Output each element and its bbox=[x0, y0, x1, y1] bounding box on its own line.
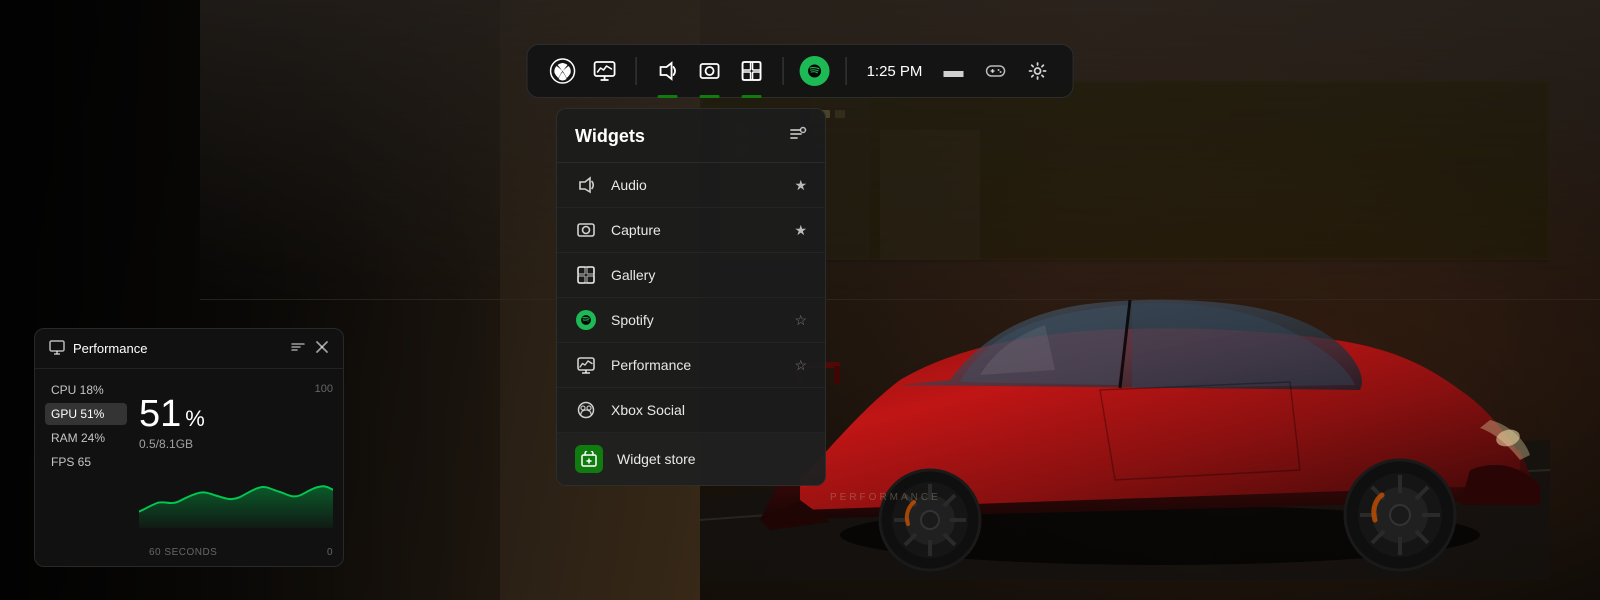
widgets-filter-icon[interactable] bbox=[789, 125, 807, 148]
performance-taskbar-button[interactable] bbox=[586, 52, 624, 90]
widget-item-xbox-social[interactable]: Xbox Social bbox=[557, 388, 825, 433]
capture-widget-label: Capture bbox=[611, 222, 780, 238]
volume-icon bbox=[657, 60, 679, 82]
settings-taskbar-button[interactable] bbox=[1018, 52, 1056, 90]
controller-icon bbox=[976, 52, 1014, 90]
spotify-icon bbox=[800, 56, 830, 86]
car-illustration: PERFORMANCE bbox=[700, 80, 1550, 580]
gallery-widget-icon bbox=[575, 264, 597, 286]
performance-widget-icon bbox=[575, 354, 597, 376]
widgets-panel-title: Widgets bbox=[575, 126, 645, 147]
taskbar-time: 1:25 PM bbox=[867, 63, 923, 80]
audio-widget-icon bbox=[575, 174, 597, 196]
xbox-social-widget-label: Xbox Social bbox=[611, 402, 807, 418]
perf-sub-value: 0.5/8.1GB bbox=[139, 437, 333, 451]
perf-settings-icon[interactable] bbox=[291, 340, 305, 357]
performance-widget-star[interactable]: ☆ bbox=[794, 357, 807, 374]
perf-body: CPU 18% GPU 51% RAM 24% FPS 65 100 51% 0… bbox=[35, 369, 343, 543]
audio-taskbar-button[interactable] bbox=[649, 52, 687, 90]
perf-main-value: 51% bbox=[139, 395, 205, 433]
widget-item-spotify[interactable]: Spotify ☆ bbox=[557, 298, 825, 343]
svg-text:PERFORMANCE: PERFORMANCE bbox=[830, 492, 941, 503]
chart-time-label: 60 SECONDS bbox=[149, 547, 217, 558]
perf-widget-title: Performance bbox=[73, 341, 283, 356]
spotify-widget-label: Spotify bbox=[611, 312, 780, 328]
divider-1 bbox=[636, 57, 637, 85]
perf-widget-controls bbox=[291, 340, 329, 357]
perf-chart-footer: 60 SECONDS 0 bbox=[35, 543, 343, 566]
widget-item-audio[interactable]: Audio ★ bbox=[557, 163, 825, 208]
perf-widget-header: Performance bbox=[35, 329, 343, 369]
performance-widget-label: Performance bbox=[611, 357, 780, 373]
perf-stats-list: CPU 18% GPU 51% RAM 24% FPS 65 bbox=[35, 379, 135, 543]
perf-max-label: 100 bbox=[315, 383, 333, 395]
cpu-stat[interactable]: CPU 18% bbox=[45, 379, 127, 401]
gallery-taskbar-button[interactable] bbox=[733, 52, 771, 90]
widget-item-gallery[interactable]: Gallery bbox=[557, 253, 825, 298]
capture-icon bbox=[699, 60, 721, 82]
widget-store-icon bbox=[575, 445, 603, 473]
gallery-widget-label: Gallery bbox=[611, 267, 807, 283]
xbox-icon bbox=[550, 58, 576, 84]
widgets-panel: Widgets Audio ★ Capture bbox=[556, 108, 826, 486]
widgets-header: Widgets bbox=[557, 109, 825, 163]
audio-widget-star[interactable]: ★ bbox=[794, 177, 807, 194]
widget-store-label: Widget store bbox=[617, 451, 696, 467]
taskbar: 1:25 PM ▬ bbox=[527, 44, 1074, 98]
perf-unit: % bbox=[185, 408, 205, 430]
widget-item-capture[interactable]: Capture ★ bbox=[557, 208, 825, 253]
capture-widget-icon bbox=[575, 219, 597, 241]
performance-widget: Performance CPU 18% GPU 51% RAM 24% bbox=[34, 328, 344, 567]
gpu-stat[interactable]: GPU 51% bbox=[45, 403, 127, 425]
perf-close-icon[interactable] bbox=[315, 340, 329, 357]
divider-3 bbox=[846, 57, 847, 85]
widget-store-item[interactable]: Widget store bbox=[557, 433, 825, 485]
audio-widget-label: Audio bbox=[611, 177, 780, 193]
capture-widget-star[interactable]: ★ bbox=[794, 222, 807, 239]
gear-icon bbox=[1027, 61, 1047, 81]
battery-icon: ▬ bbox=[934, 52, 972, 90]
capture-taskbar-button[interactable] bbox=[691, 52, 729, 90]
widget-item-performance[interactable]: Performance ☆ bbox=[557, 343, 825, 388]
xbox-social-icon bbox=[575, 399, 597, 421]
chart-zero-label: 0 bbox=[327, 547, 333, 558]
spotify-widget-icon bbox=[575, 309, 597, 331]
monitor-icon bbox=[594, 60, 616, 82]
perf-chart-area: 100 51% 0.5/8.1GB bbox=[135, 379, 343, 543]
spotify-taskbar-button[interactable] bbox=[796, 52, 834, 90]
ram-stat[interactable]: RAM 24% bbox=[45, 427, 127, 449]
divider-2 bbox=[783, 57, 784, 85]
fps-stat[interactable]: FPS 65 bbox=[45, 451, 127, 473]
perf-chart bbox=[139, 457, 333, 533]
gallery-icon bbox=[741, 60, 763, 82]
perf-header-icon bbox=[49, 339, 65, 358]
xbox-button[interactable] bbox=[544, 52, 582, 90]
spotify-widget-star[interactable]: ☆ bbox=[794, 312, 807, 329]
